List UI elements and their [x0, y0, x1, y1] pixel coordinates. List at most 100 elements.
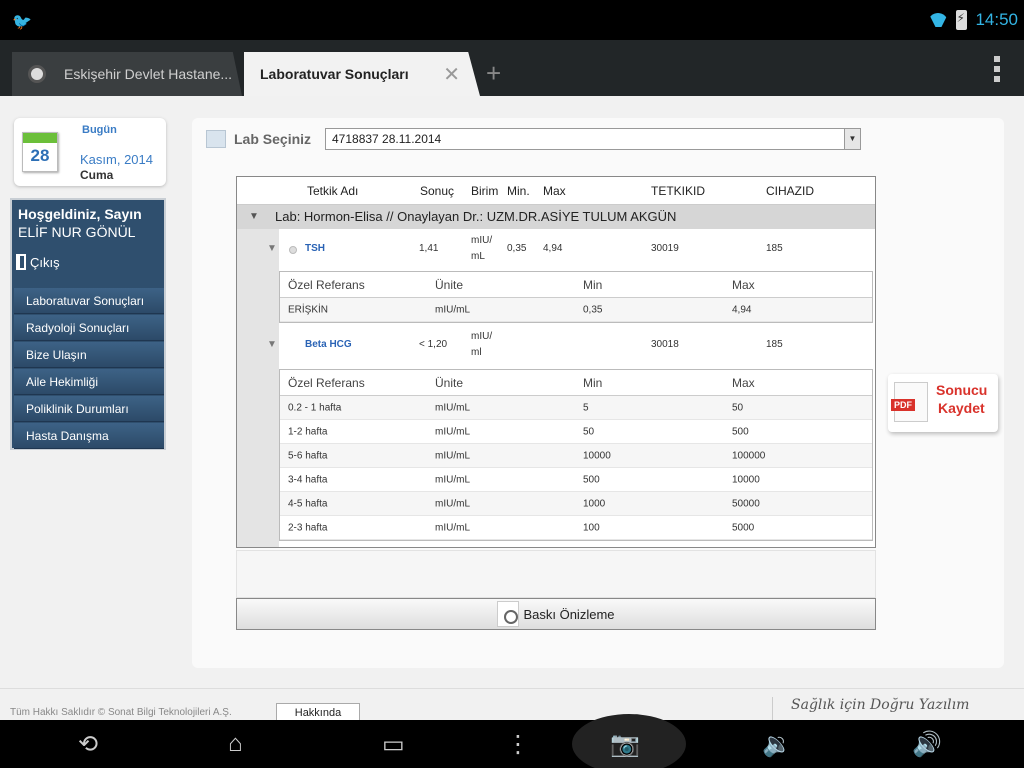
result-row-tsh[interactable]: ▼ TSH 1,41 mIU/ mL 0,35 4,94 30019 185: [267, 229, 875, 269]
logout-label: Çıkış: [30, 254, 60, 270]
test-min: 0,35: [507, 243, 527, 254]
tab-lab-results[interactable]: Laboratuvar Sonuçları ✕: [244, 52, 480, 96]
ref-row: ERİŞKİN mIU/mL 0,35 4,94: [280, 298, 872, 322]
logout-button[interactable]: Çıkış: [16, 254, 60, 270]
col-max[interactable]: Max: [543, 184, 566, 198]
copyright-text: Tüm Hakkı Saklıdır © Sonat Bilgi Teknolo…: [10, 707, 232, 718]
ref-unit: mIU/mL: [435, 304, 470, 315]
ref-min: 100: [583, 522, 600, 533]
device-id: 185: [766, 243, 783, 254]
col-result[interactable]: Sonuç: [420, 184, 454, 198]
ref-value: 4-5 hafta: [288, 498, 328, 509]
col-min[interactable]: Min.: [507, 184, 530, 198]
lab-select-label: Lab Seçiniz: [206, 130, 311, 148]
pdf-label-line1: Sonucu: [936, 382, 988, 398]
wifi-icon: [928, 13, 948, 27]
col-device-id[interactable]: CIHAZID: [766, 184, 814, 198]
user-name: ELİF NUR GÖNÜL: [18, 224, 136, 240]
tab-hospital[interactable]: Eskişehir Devlet Hastane...: [12, 52, 242, 96]
slogan-logo: Sağlık için Doğru Yazılım: [772, 697, 1012, 720]
save-pdf-button[interactable]: PDF Sonucu Kaydet: [888, 374, 998, 432]
ref-col-unit: Ünite: [435, 277, 464, 292]
chevron-down-icon[interactable]: ▼: [267, 339, 277, 350]
test-unit-line2: mL: [471, 251, 485, 262]
volume-up-icon[interactable]: 🔊: [912, 730, 942, 759]
globe-icon: [28, 65, 46, 83]
ref-min: 500: [583, 474, 600, 485]
dropdown-arrow-icon[interactable]: ▼: [844, 129, 860, 149]
pdf-badge: PDF: [891, 399, 915, 411]
sidebar-item-patient-help[interactable]: Hasta Danışma: [14, 423, 164, 449]
volume-down-icon[interactable]: 🔉: [762, 730, 792, 759]
ref-unit: mIU/mL: [435, 522, 470, 533]
col-test-id[interactable]: TETKIKID: [651, 184, 705, 198]
close-tab-icon[interactable]: ✕: [443, 62, 460, 87]
ref-col-ref: Özel Referans: [288, 277, 365, 292]
test-result: < 1,20: [419, 339, 448, 350]
recent-apps-icon[interactable]: ▭: [382, 730, 405, 759]
device-id: 185: [766, 339, 783, 350]
about-button[interactable]: Hakkında: [276, 703, 360, 720]
web-page: 28 Bugün Kasım, 2014 Cuma Hoşgeldiniz, S…: [0, 96, 1024, 720]
ref-row: 2-3 hafta mIU/mL 100 5000: [280, 516, 872, 540]
lab-dropdown[interactable]: 4718837 28.11.2014 ▼: [325, 128, 861, 150]
print-preview-label: Baskı Önizleme: [523, 606, 615, 622]
calendar-day: 28: [30, 146, 50, 165]
print-preview-button[interactable]: Baskı Önizleme: [236, 598, 876, 630]
status-dot-icon: [289, 246, 297, 254]
weekday: Cuma: [80, 168, 114, 182]
back-icon[interactable]: ⟲: [78, 730, 98, 759]
user-sidebar: Hoşgeldiniz, Sayın ELİF NUR GÖNÜL Çıkış …: [10, 198, 166, 450]
chevron-down-icon[interactable]: ▼: [249, 205, 259, 229]
welcome-text: Hoşgeldiniz, Sayın: [18, 206, 142, 222]
sidebar-item-polyclinic[interactable]: Poliklinik Durumları: [14, 396, 164, 422]
twitter-icon: 🐦: [12, 14, 32, 31]
status-bar: 🐦 14:50: [0, 0, 1024, 40]
sidebar-item-contact[interactable]: Bize Ulaşın: [14, 342, 164, 368]
sidebar-item-lab-results[interactable]: Laboratuvar Sonuçları: [14, 288, 164, 314]
chevron-down-icon[interactable]: ▼: [267, 243, 277, 254]
magnifier-icon: [497, 601, 520, 627]
ref-max: 5000: [732, 522, 755, 533]
ref-min: 0,35: [583, 304, 603, 315]
results-grid: Tetkik Adı Sonuç Birim Min. Max TETKIKID…: [236, 176, 876, 548]
col-unit[interactable]: Birim: [471, 184, 498, 198]
result-row-beta-hcg[interactable]: ▼ Beta HCG < 1,20 mIU/ ml 30018 185: [267, 325, 875, 365]
home-icon[interactable]: ⌂: [228, 730, 243, 758]
tab-label: Eskişehir Devlet Hastane...: [64, 66, 233, 82]
camera-icon[interactable]: 📷: [610, 730, 640, 759]
ref-row: 4-5 hafta mIU/mL 1000 50000: [280, 492, 872, 516]
ref-table-tsh: Özel Referans Ünite Min Max ERİŞKİN mIU/…: [279, 271, 873, 323]
pdf-icon: PDF: [891, 382, 928, 422]
sidebar-item-radiology[interactable]: Radyoloji Sonuçları: [14, 315, 164, 341]
lab-dropdown-value: 4718837 28.11.2014: [332, 132, 442, 146]
tab-label: Laboratuvar Sonuçları: [260, 66, 409, 82]
test-unit-line1: mIU/: [471, 235, 493, 246]
ref-max: 4,94: [732, 304, 752, 315]
ref-row: 5-6 hafta mIU/mL 10000 100000: [280, 444, 872, 468]
sidebar-item-family-doctor[interactable]: Aile Hekimliği: [14, 369, 164, 395]
col-name[interactable]: Tetkik Adı: [307, 184, 358, 198]
test-unit-line2: ml: [471, 347, 482, 358]
test-id: 30018: [651, 339, 679, 350]
ref-min: 10000: [583, 450, 611, 461]
browser-tab-bar: Eskişehir Devlet Hastane... Laboratuvar …: [0, 40, 1024, 96]
grid-header: Tetkik Adı Sonuç Birim Min. Max TETKIKID…: [237, 177, 875, 205]
logout-icon: [16, 254, 26, 270]
empty-panel: [236, 550, 876, 598]
group-row[interactable]: ▼ Lab: Hormon-Elisa // Onaylayan Dr.: UZ…: [237, 205, 875, 229]
ref-row: 0.2 - 1 hafta mIU/mL 5 50: [280, 396, 872, 420]
test-result: 1,41: [419, 243, 439, 254]
menu-icon[interactable]: ⋮: [506, 730, 530, 759]
ref-col-unit: Ünite: [435, 375, 464, 390]
ref-min: 50: [583, 426, 595, 437]
ref-unit: mIU/mL: [435, 426, 470, 437]
new-tab-icon[interactable]: +: [486, 58, 501, 89]
ref-header: Özel Referans Ünite Min Max: [280, 272, 872, 298]
ref-col-max: Max: [732, 375, 755, 390]
ref-min: 1000: [583, 498, 606, 509]
ref-unit: mIU/mL: [435, 402, 470, 413]
test-name: Beta HCG: [305, 339, 352, 350]
ref-unit: mIU/mL: [435, 450, 470, 461]
overflow-menu-icon[interactable]: [994, 56, 1000, 82]
